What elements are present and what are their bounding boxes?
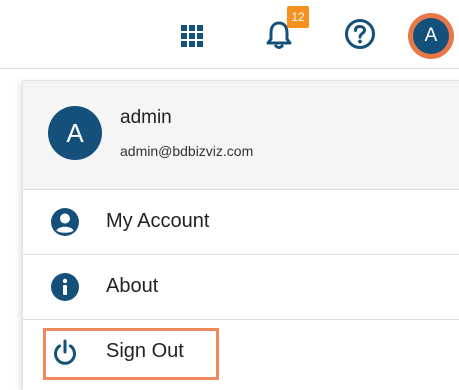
menu-item-my-account[interactable]: My Account — [23, 190, 459, 255]
menu-item-label: About — [106, 275, 159, 297]
menu-item-sign-out[interactable]: Sign Out — [23, 320, 459, 384]
user-avatar-button[interactable]: A — [408, 13, 454, 59]
user-avatar: A — [48, 106, 102, 160]
top-bar: 12 A — [0, 0, 459, 69]
user-info-header: A admin admin@bdbizviz.com — [23, 81, 459, 190]
avatar-letter: A — [413, 18, 449, 54]
menu-item-about[interactable]: About — [23, 255, 459, 320]
notification-badge: 12 — [287, 6, 309, 28]
menu-item-label: My Account — [106, 210, 210, 232]
power-icon — [51, 338, 79, 366]
apps-grid-icon[interactable] — [178, 22, 206, 50]
user-name: admin — [120, 107, 172, 128]
user-dropdown-menu: A admin admin@bdbizviz.com My Account Ab… — [22, 80, 459, 390]
menu-item-label: Sign Out — [106, 340, 184, 362]
info-icon — [51, 273, 79, 301]
help-circle-icon[interactable] — [343, 17, 377, 51]
user-circle-icon — [51, 208, 79, 236]
user-email: admin@bdbizviz.com — [120, 143, 254, 159]
